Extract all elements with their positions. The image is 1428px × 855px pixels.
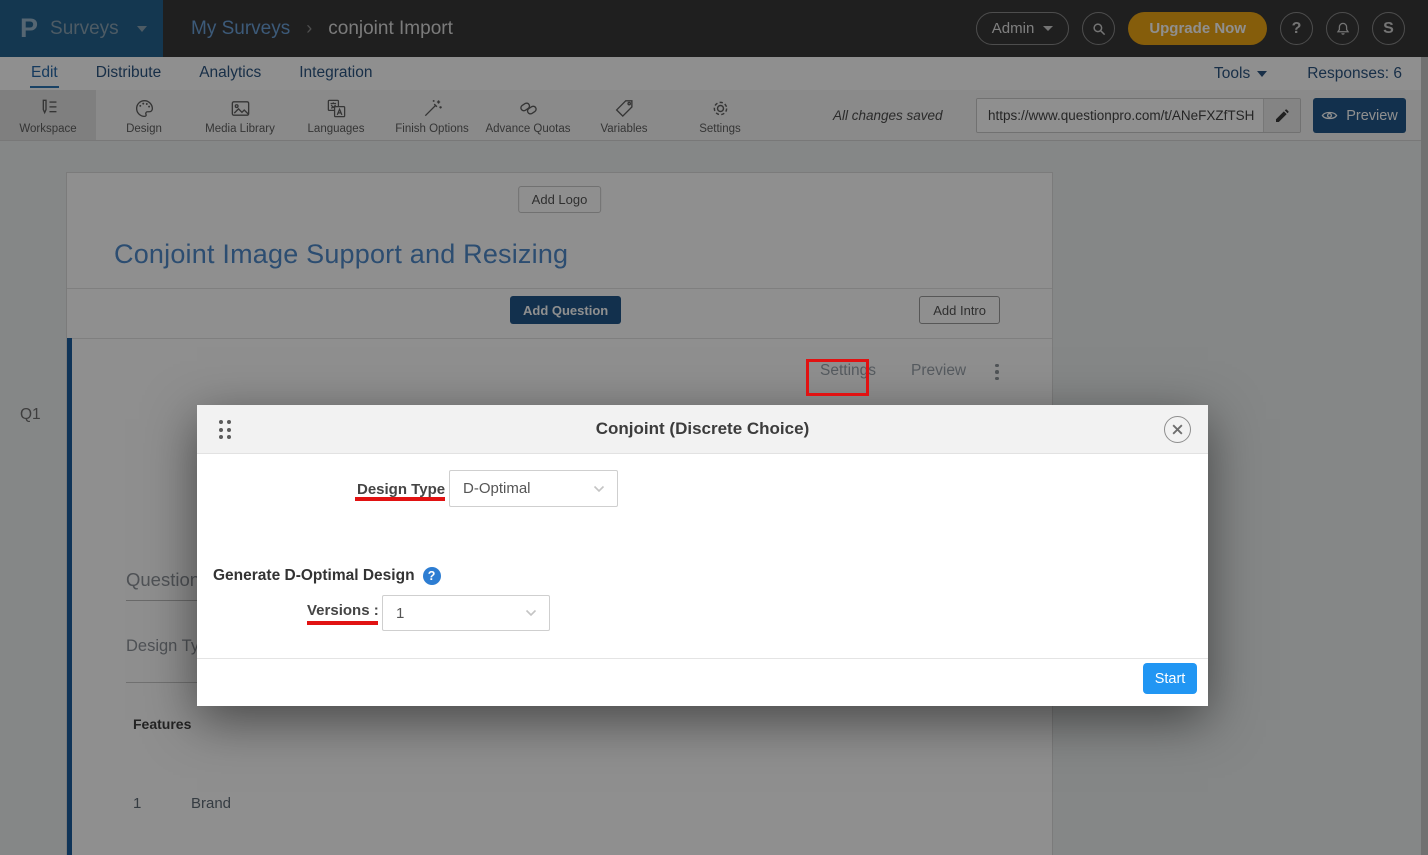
help-icon[interactable]: ? (423, 567, 441, 585)
design-type-label: Design Type (357, 481, 445, 498)
generate-design-heading: Generate D-Optimal Design ? (213, 567, 441, 585)
chevron-down-icon (523, 605, 539, 621)
start-button[interactable]: Start (1143, 663, 1197, 694)
close-icon (1171, 423, 1184, 436)
versions-value: 1 (383, 605, 404, 622)
generate-design-text: Generate D-Optimal Design (213, 567, 415, 585)
modal-title: Conjoint (Discrete Choice) (197, 419, 1208, 439)
close-button[interactable] (1164, 416, 1191, 443)
conjoint-settings-modal: Conjoint (Discrete Choice) Design Type D… (197, 405, 1208, 706)
design-type-select[interactable]: D-Optimal (449, 470, 618, 507)
divider (197, 658, 1208, 659)
versions-label: Versions : (307, 602, 379, 619)
modal-header: Conjoint (Discrete Choice) (197, 405, 1208, 454)
design-type-value: D-Optimal (450, 480, 531, 497)
versions-select[interactable]: 1 (382, 595, 550, 631)
app-window: P Surveys My Surveys › conjoint Import A… (0, 0, 1428, 855)
chevron-down-icon (591, 481, 607, 497)
